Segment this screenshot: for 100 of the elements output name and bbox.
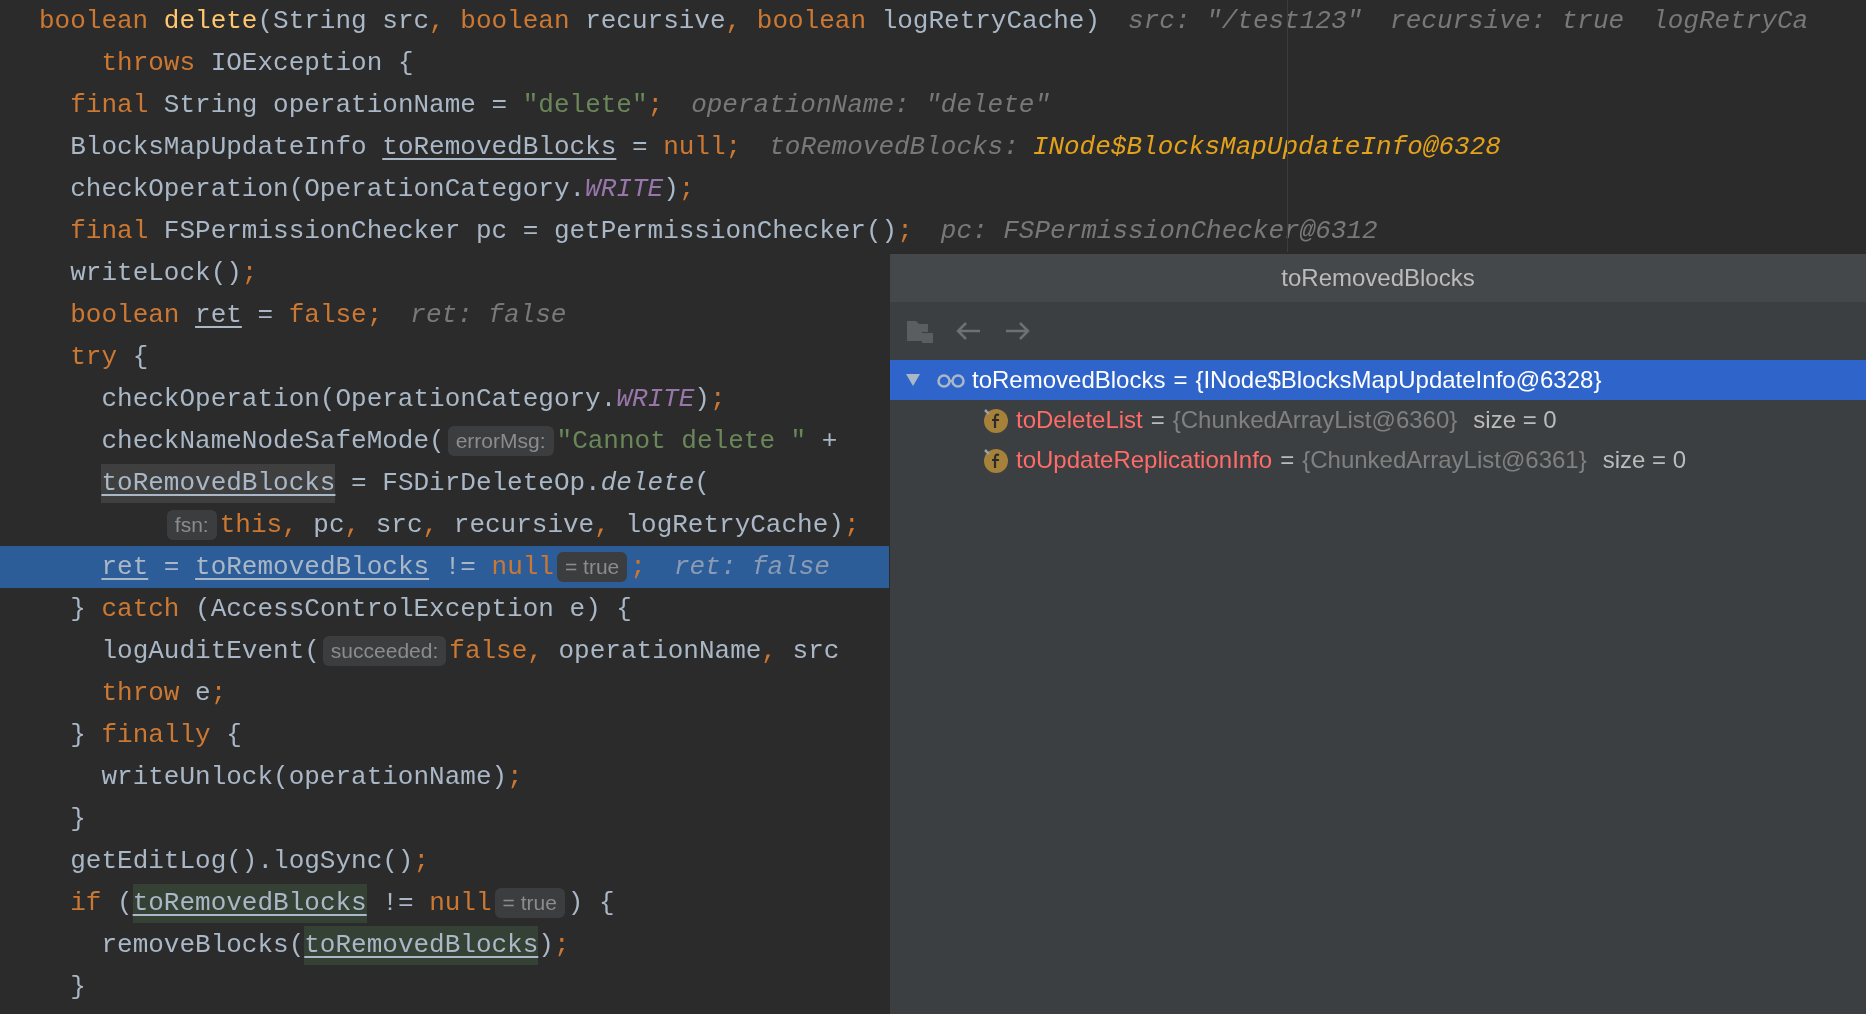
keyword: , bbox=[594, 508, 610, 542]
keyword: finally bbox=[101, 718, 211, 752]
keyword: boolean bbox=[460, 4, 570, 38]
code-text: String operationName = bbox=[163, 88, 508, 122]
keyword: ; bbox=[678, 172, 695, 206]
code-text: ) bbox=[663, 172, 679, 206]
keyword: ; bbox=[843, 508, 860, 542]
code-text: (AccessControlException e) { bbox=[195, 592, 632, 626]
keyword: , bbox=[761, 634, 777, 668]
keyword: null bbox=[491, 550, 554, 584]
code-text: { bbox=[226, 718, 242, 752]
keyword: if bbox=[70, 886, 102, 920]
method-name: delete bbox=[600, 466, 695, 500]
code-text: } bbox=[70, 718, 86, 752]
field-icon bbox=[982, 406, 1010, 434]
inline-debug-value: ret: false bbox=[410, 298, 567, 332]
code-text: ( bbox=[117, 886, 133, 920]
keyword: final bbox=[70, 88, 149, 122]
inline-debug-value: logRetryCa bbox=[1652, 4, 1809, 38]
equals-sign: = bbox=[1280, 445, 1295, 475]
code-text: + bbox=[821, 424, 838, 458]
keyword: ; bbox=[210, 676, 227, 710]
tree-row[interactable]: toUpdateReplicationInfo = {ChunkedArrayList@6361} size = 0 bbox=[890, 440, 1866, 480]
equals-sign: = bbox=[1150, 405, 1165, 435]
code-text: (String src bbox=[257, 4, 430, 38]
inline-debug-value: ret: false bbox=[673, 550, 830, 584]
constant: WRITE bbox=[585, 172, 664, 206]
keyword: ; bbox=[507, 760, 523, 794]
inline-evaluation: = true bbox=[494, 888, 565, 918]
code-text: BlocksMapUpdateInfo bbox=[70, 130, 367, 164]
code-text: ) { bbox=[567, 886, 615, 920]
popup-title: toRemovedBlocks bbox=[1281, 263, 1475, 293]
code-text: checkOperation(OperationCategory. bbox=[101, 382, 617, 416]
code-text: = bbox=[257, 298, 274, 332]
keyword: ; bbox=[630, 550, 646, 584]
keyword: try bbox=[70, 340, 118, 374]
constant: WRITE bbox=[616, 382, 695, 416]
forward-arrow-icon[interactable] bbox=[1004, 321, 1030, 341]
variable: toRemovedBlocks bbox=[304, 925, 539, 965]
parameter-hint: errorMsg: bbox=[447, 426, 554, 456]
variable: toRemovedBlocks bbox=[101, 463, 336, 503]
keyword: ; bbox=[553, 928, 570, 962]
code-text: } bbox=[70, 592, 86, 626]
code-text: recursive bbox=[585, 4, 726, 38]
folder-icon[interactable] bbox=[906, 318, 934, 344]
keyword: ; bbox=[413, 844, 430, 878]
keyword: false; bbox=[288, 298, 383, 332]
inline-debug-value: recursive: true bbox=[1390, 4, 1625, 38]
keyword: ; bbox=[897, 214, 913, 248]
code-text: ) bbox=[694, 382, 710, 416]
keyword: throw bbox=[101, 676, 180, 710]
variable-name: toUpdateReplicationInfo bbox=[1016, 445, 1273, 475]
expanded-triangle-icon[interactable] bbox=[906, 374, 920, 386]
keyword: final bbox=[70, 214, 149, 248]
keyword: ; bbox=[241, 256, 258, 290]
variable-value: {INode$BlocksMapUpdateInfo@6328} bbox=[1195, 365, 1602, 395]
keyword: ; bbox=[709, 382, 726, 416]
code-text: e bbox=[195, 676, 211, 710]
code-text: writeLock() bbox=[70, 256, 242, 290]
code-text: } bbox=[70, 802, 86, 836]
code-text: = FSDirDeleteOp. bbox=[351, 466, 601, 500]
size-label: size = 0 bbox=[1473, 405, 1557, 435]
glasses-icon bbox=[936, 372, 966, 388]
keyword: boolean bbox=[756, 4, 866, 38]
keyword: ; bbox=[647, 88, 664, 122]
variable-name: toDeleteList bbox=[1016, 405, 1143, 435]
string-literal: "delete" bbox=[522, 88, 648, 122]
code-text: FSPermissionChecker pc = getPermissionChecker() bbox=[163, 214, 898, 248]
keyword: throws bbox=[101, 46, 196, 80]
code-text: writeUnlock(operationName) bbox=[101, 760, 508, 794]
inline-debug-value: src: "/test123" bbox=[1128, 4, 1363, 38]
method-name: delete bbox=[163, 4, 258, 38]
keyword: boolean bbox=[70, 298, 180, 332]
tree-row[interactable]: toRemovedBlocks = {INode$BlocksMapUpdateInfo@6328} bbox=[890, 360, 1866, 400]
tree-row[interactable]: toDeleteList = {ChunkedArrayList@6360} size = 0 bbox=[890, 400, 1866, 440]
code-text: src bbox=[792, 634, 840, 668]
code-text: } bbox=[70, 970, 86, 1004]
variable: ret bbox=[101, 550, 149, 584]
inline-debug-value: pc: FSPermissionChecker@6312 bbox=[940, 214, 1378, 248]
code-text: IOException { bbox=[210, 46, 414, 80]
back-arrow-icon[interactable] bbox=[956, 321, 982, 341]
string-literal: "Cannot delete " bbox=[556, 424, 807, 458]
keyword: , bbox=[429, 4, 445, 38]
inline-debug-value: operationName: "delete" bbox=[691, 88, 1050, 122]
code-text: ( bbox=[694, 466, 710, 500]
keyword: , bbox=[725, 4, 742, 38]
code-text: ) bbox=[538, 928, 554, 962]
code-text: removeBlocks( bbox=[101, 928, 305, 962]
keyword: false, bbox=[449, 634, 543, 668]
keyword: null; bbox=[663, 130, 742, 164]
code-text: = bbox=[163, 550, 180, 584]
parameter-hint: succeeded: bbox=[322, 636, 447, 666]
keyword: this, bbox=[219, 508, 298, 542]
code-text: pc bbox=[313, 508, 345, 542]
variable: toRemovedBlocks bbox=[382, 130, 617, 164]
inline-debug-value: toRemovedBlocks: bbox=[769, 130, 1019, 164]
code-text: getEditLog().logSync() bbox=[70, 844, 414, 878]
keyword: boolean bbox=[39, 4, 149, 38]
code-text: = bbox=[631, 130, 648, 164]
inline-evaluation: = true bbox=[556, 552, 628, 582]
